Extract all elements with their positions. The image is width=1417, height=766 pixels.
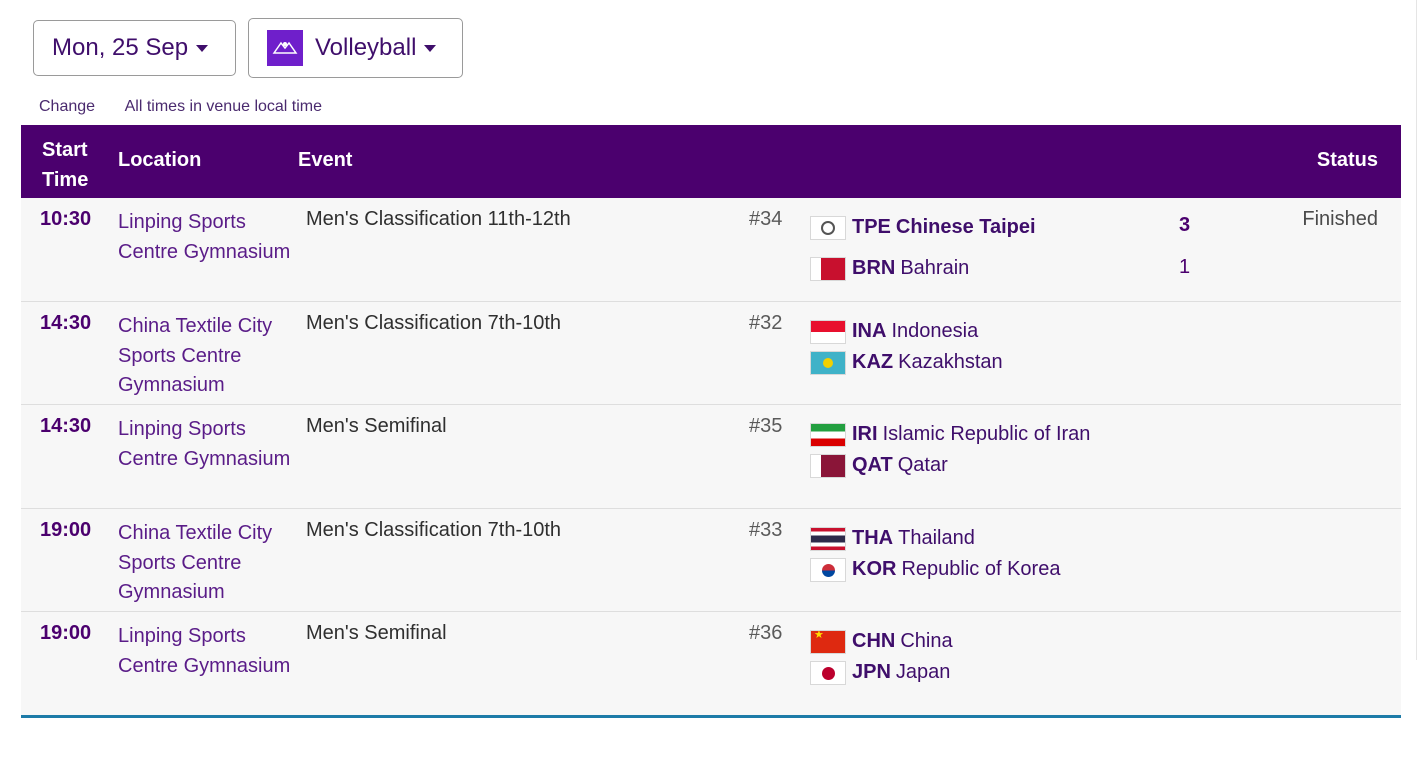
team-entry[interactable]: KAZ Kazakhstan <box>810 347 1003 378</box>
match-number: #35 <box>749 415 783 437</box>
table-row[interactable]: 10:30 Linping Sports Centre Gymnasium Me… <box>21 198 1401 302</box>
schedule-meta: Change All times in venue local time <box>39 98 348 116</box>
iri-flag-icon <box>810 422 846 447</box>
jpn-flag-icon <box>810 660 846 685</box>
team-entry[interactable]: JPN Japan <box>810 657 953 688</box>
date-dropdown[interactable]: Mon, 25 Sep <box>33 20 236 76</box>
filter-controls: Mon, 25 Sep Volleyball <box>33 18 463 78</box>
team-entry[interactable]: BRN Bahrain <box>810 253 1036 284</box>
event-name: Men's Classification 7th-10th <box>306 312 562 334</box>
team-code: KAZ <box>852 351 894 373</box>
team-entry[interactable]: KOR Republic of Korea <box>810 554 1060 585</box>
tpe-flag-icon <box>810 215 846 240</box>
table-row[interactable]: 19:00 Linping Sports Centre Gymnasium Me… <box>21 612 1401 718</box>
team-entry[interactable]: TPE Chinese Taipei <box>810 212 1036 243</box>
tha-flag-icon <box>810 526 846 551</box>
location-link[interactable]: Linping Sports Centre Gymnasium <box>118 415 293 474</box>
event-name: Men's Classification 11th-12th <box>306 208 571 230</box>
team-name: Bahrain <box>900 257 970 279</box>
team-entry[interactable]: QAT Qatar <box>810 450 1090 481</box>
sport-dropdown-label: Volleyball <box>315 34 417 61</box>
schedule-table: Start Time Location Event Status 10:30 L… <box>21 125 1401 718</box>
location-link[interactable]: Linping Sports Centre Gymnasium <box>118 622 293 681</box>
chevron-down-icon <box>424 44 437 52</box>
team-name: Islamic Republic of Iran <box>882 423 1091 445</box>
start-time: 19:00 <box>40 622 92 644</box>
team-code: IRI <box>852 423 878 445</box>
header-location: Location <box>118 149 202 171</box>
event-name: Men's Semifinal <box>306 622 447 644</box>
team-code: QAT <box>852 454 893 476</box>
team-code: INA <box>852 320 887 342</box>
start-time: 14:30 <box>40 415 92 437</box>
teams: INA Indonesia KAZ Kazakhstan <box>810 316 1003 388</box>
match-status: Finished <box>1302 208 1378 230</box>
teams: IRI Islamic Republic of Iran QAT Qatar <box>810 419 1090 491</box>
change-link[interactable]: Change <box>39 98 95 115</box>
location-link[interactable]: Linping Sports Centre Gymnasium <box>118 208 293 267</box>
event-name: Men's Classification 7th-10th <box>306 519 562 541</box>
table-row[interactable]: 14:30 Linping Sports Centre Gymnasium Me… <box>21 405 1401 509</box>
start-time: 10:30 <box>40 208 92 230</box>
match-number: #36 <box>749 622 783 644</box>
team-name: China <box>900 630 953 652</box>
team-entry[interactable]: IRI Islamic Republic of Iran <box>810 419 1090 450</box>
team-code: TPE <box>852 216 891 238</box>
team-entry[interactable]: THA Thailand <box>810 523 1060 554</box>
team2-score: 1 <box>1179 256 1191 278</box>
start-time: 14:30 <box>40 312 92 334</box>
event-name: Men's Semifinal <box>306 415 447 437</box>
team-code: THA <box>852 527 894 549</box>
match-number: #33 <box>749 519 783 541</box>
teams: TPE Chinese Taipei BRN Bahrain <box>810 212 1036 294</box>
date-dropdown-label: Mon, 25 Sep <box>52 34 189 61</box>
team1-score: 3 <box>1179 214 1191 236</box>
team-code: KOR <box>852 558 897 580</box>
volleyball-icon <box>267 30 303 66</box>
team-name: Qatar <box>897 454 948 476</box>
team-name: Chinese Taipei <box>895 216 1036 238</box>
start-time: 19:00 <box>40 519 92 541</box>
kor-flag-icon <box>810 557 846 582</box>
brn-flag-icon <box>810 256 846 281</box>
header-start-time: Start Time <box>42 139 89 191</box>
kaz-flag-icon <box>810 350 846 375</box>
team-name: Republic of Korea <box>901 558 1061 580</box>
match-number: #34 <box>749 208 783 230</box>
table-row[interactable]: 14:30 China Textile City Sports Centre G… <box>21 302 1401 405</box>
chn-flag-icon <box>810 629 846 654</box>
team-entry[interactable]: INA Indonesia <box>810 316 1003 347</box>
qat-flag-icon <box>810 453 846 478</box>
timezone-note: All times in venue local time <box>124 98 323 115</box>
header-status: Status <box>1316 149 1378 171</box>
team-name: Japan <box>895 661 951 683</box>
team-code: JPN <box>852 661 891 683</box>
chevron-down-icon <box>196 44 209 52</box>
table-row[interactable]: 19:00 China Textile City Sports Centre G… <box>21 509 1401 612</box>
location-link[interactable]: China Textile City Sports Centre Gymnasi… <box>118 519 293 608</box>
match-number: #32 <box>749 312 783 334</box>
teams: THA Thailand KOR Republic of Korea <box>810 523 1060 595</box>
ina-flag-icon <box>810 319 846 344</box>
header-event: Event <box>298 149 353 171</box>
team-name: Thailand <box>898 527 975 549</box>
location-link[interactable]: China Textile City Sports Centre Gymnasi… <box>118 312 293 401</box>
team-entry[interactable]: CHN China <box>810 626 953 657</box>
team-name: Indonesia <box>891 320 979 342</box>
table-header: Start Time Location Event Status <box>21 125 1401 198</box>
sport-dropdown[interactable]: Volleyball <box>248 18 463 78</box>
team-code: CHN <box>852 630 896 652</box>
teams: CHN China JPN Japan <box>810 626 953 698</box>
team-name: Kazakhstan <box>898 351 1003 373</box>
team-code: BRN <box>852 257 896 279</box>
